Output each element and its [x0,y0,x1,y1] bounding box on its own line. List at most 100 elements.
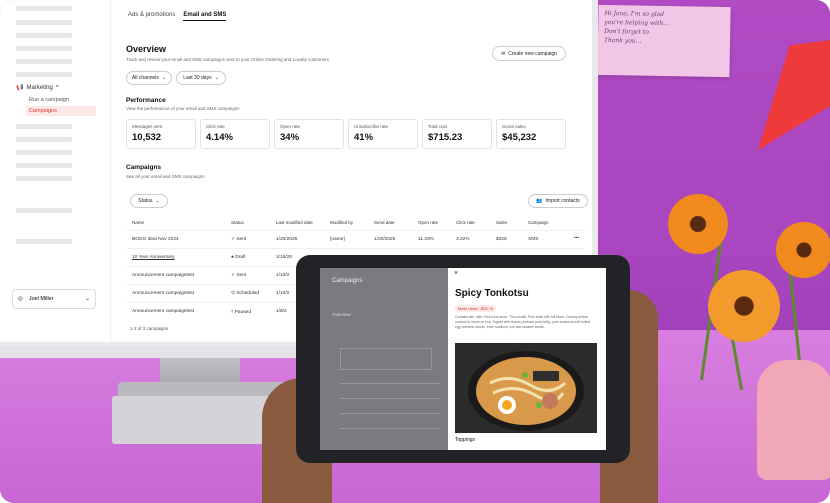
metric-card: Total cost $715.23 [422,119,492,149]
open-rate: 11.33% [418,237,434,242]
chevron-up-icon: ^ [55,84,59,91]
metric-value: 41% [354,132,374,143]
create-campaign-label: Create new campaign [508,50,557,57]
sidebar-placeholder [18,20,72,25]
user-menu[interactable]: ◎ Joel Miller ⌄ [12,289,96,309]
divider [340,428,440,429]
divider [340,383,440,384]
status-label: Sent [236,273,247,278]
create-campaign-button[interactable]: ✉ Create new campaign [492,46,566,61]
column-header[interactable]: Status [231,220,244,225]
status-label: Draft [235,255,246,260]
mail-icon: ✉ [501,50,506,57]
campaign-name[interactable]: Announcement campaigntest [132,291,194,296]
ramen-photo [455,343,597,433]
divider [126,230,586,231]
column-header[interactable]: Send date [374,220,395,225]
sidebar-placeholder [18,6,72,11]
sidebar-placeholder [18,59,72,64]
tablet-screen: Campaigns Overview × Spicy Tonkotsu Most… [320,268,606,450]
column-header[interactable]: Campaign [528,220,549,225]
sidebar-placeholder [18,72,72,77]
column-header[interactable]: Name [132,220,144,225]
sidebar-placeholder [18,33,72,38]
sidebar-item-marketing[interactable]: 📢 Marketing ^ [16,84,59,92]
campaign-name[interactable]: BOGO deal Nov 2024 [132,237,179,242]
modified-date: 1/8/2 [276,309,287,314]
campaign-status: ✓ Sent [231,273,246,278]
page-title: Overview [126,44,167,54]
more-options-icon[interactable]: ••• [574,236,579,241]
item-detail-panel: × Spicy Tonkotsu Most Liked · $28.75 Con… [448,268,606,450]
chevron-down-icon: ⌄ [214,75,219,81]
tablet-dimmed-panel: Campaigns Overview [320,268,448,450]
metric-card: Gross sales $45,232 [496,119,566,149]
column-header[interactable]: Click rate [456,220,475,225]
metric-label: Total cost [428,124,448,129]
metric-value: 34% [280,132,300,143]
performance-subtitle: View the performance of your email and S… [126,106,240,111]
modified-date: 1/20/2025 [276,237,298,242]
status-label: Scheduled [236,291,260,296]
tab-ads-promotions[interactable]: Ads & promotions [128,12,175,21]
metric-card: Unsubscribe rate 41% [348,119,418,149]
sidebar: 📢 Marketing ^ Run a campaign Campaigns ◎… [0,0,111,342]
sticky-note: Hi Jana, I'm so glad you're helping with… [597,4,731,78]
column-header[interactable]: Modified by [330,220,353,225]
pagination: 1-3 of 3 campaigns [130,326,169,331]
campaigns-title: Campaigns [126,164,162,171]
tab-bar: Ads & promotions Email and SMS [128,12,227,21]
sidebar-item-campaigns[interactable]: Campaigns [26,106,96,116]
campaign-status: ● Draft [231,255,246,260]
days-filter[interactable]: Last 30 days ⌄ [176,71,226,85]
modified-date: 1/16/20 [276,255,293,260]
toppings-heading: Toppings [455,437,476,443]
note-line: Thank you... [603,36,642,45]
orange-flower [776,222,830,278]
metric-card: Messages sent 10,532 [126,119,196,149]
campaign-status: ⏸ Paused [231,309,251,315]
sidebar-item-label: Marketing [26,84,53,91]
campaign-name[interactable]: Announcement campaigntest [132,273,194,278]
modified-date: 1/10/2 [276,273,290,278]
item-title: Spicy Tonkotsu [455,288,529,299]
status-filter[interactable]: Status ⌄ [130,194,168,208]
chevron-down-icon: ⌄ [155,198,160,204]
column-header[interactable]: Sales [496,220,507,225]
tablet-left-overview: Overview [332,312,351,317]
avatar: ◎ [18,296,23,302]
campaign-name[interactable]: Announcement campaigntest [132,309,194,314]
photo-scene: Hi Jana, I'm so glad you're helping with… [0,0,830,503]
sidebar-placeholder [18,239,72,244]
sidebar-placeholder [18,124,72,129]
campaign-name[interactable]: 10 Year Anniversary [132,255,175,260]
column-header[interactable]: Open rate [418,220,438,225]
campaign-type: SMS [528,237,539,242]
column-header[interactable]: Last modified date [276,220,313,225]
page-subtitle: Track and review your email and SMS camp… [126,57,329,62]
sidebar-placeholder [18,46,72,51]
status-label: Sent [236,237,247,242]
sidebar-item-run-campaign[interactable]: Run a campaign [29,97,69,103]
metric-label: Click rate [206,124,225,129]
metric-label: Messages sent [132,124,163,129]
sidebar-placeholder [18,137,72,142]
campaign-status: ⊙ Scheduled [231,291,259,296]
metric-value: $715.23 [428,132,463,143]
close-icon[interactable]: × [454,270,458,277]
sidebar-placeholder [18,176,72,181]
item-description: Contains fish, milk. Pork bone stock. Th… [455,315,590,329]
megaphone-icon: 📢 [16,85,24,91]
metric-card: Click rate 4.14% [200,119,270,149]
modified-date: 1/10/2 [276,291,290,296]
channels-filter[interactable]: All channels ⌄ [126,71,172,85]
metric-value: $45,232 [502,132,537,143]
metric-card: Open rate 34% [274,119,344,149]
tab-email-sms[interactable]: Email and SMS [183,12,227,21]
campaigns-subtitle: See all your email and SMS campaigns [126,174,205,179]
orange-flower [668,194,728,254]
chevron-down-icon: ⌄ [161,75,167,81]
metric-label: Gross sales [502,124,526,129]
import-contacts-button[interactable]: 👥 Import contacts [528,194,588,208]
metric-label: Open rate [280,124,301,129]
